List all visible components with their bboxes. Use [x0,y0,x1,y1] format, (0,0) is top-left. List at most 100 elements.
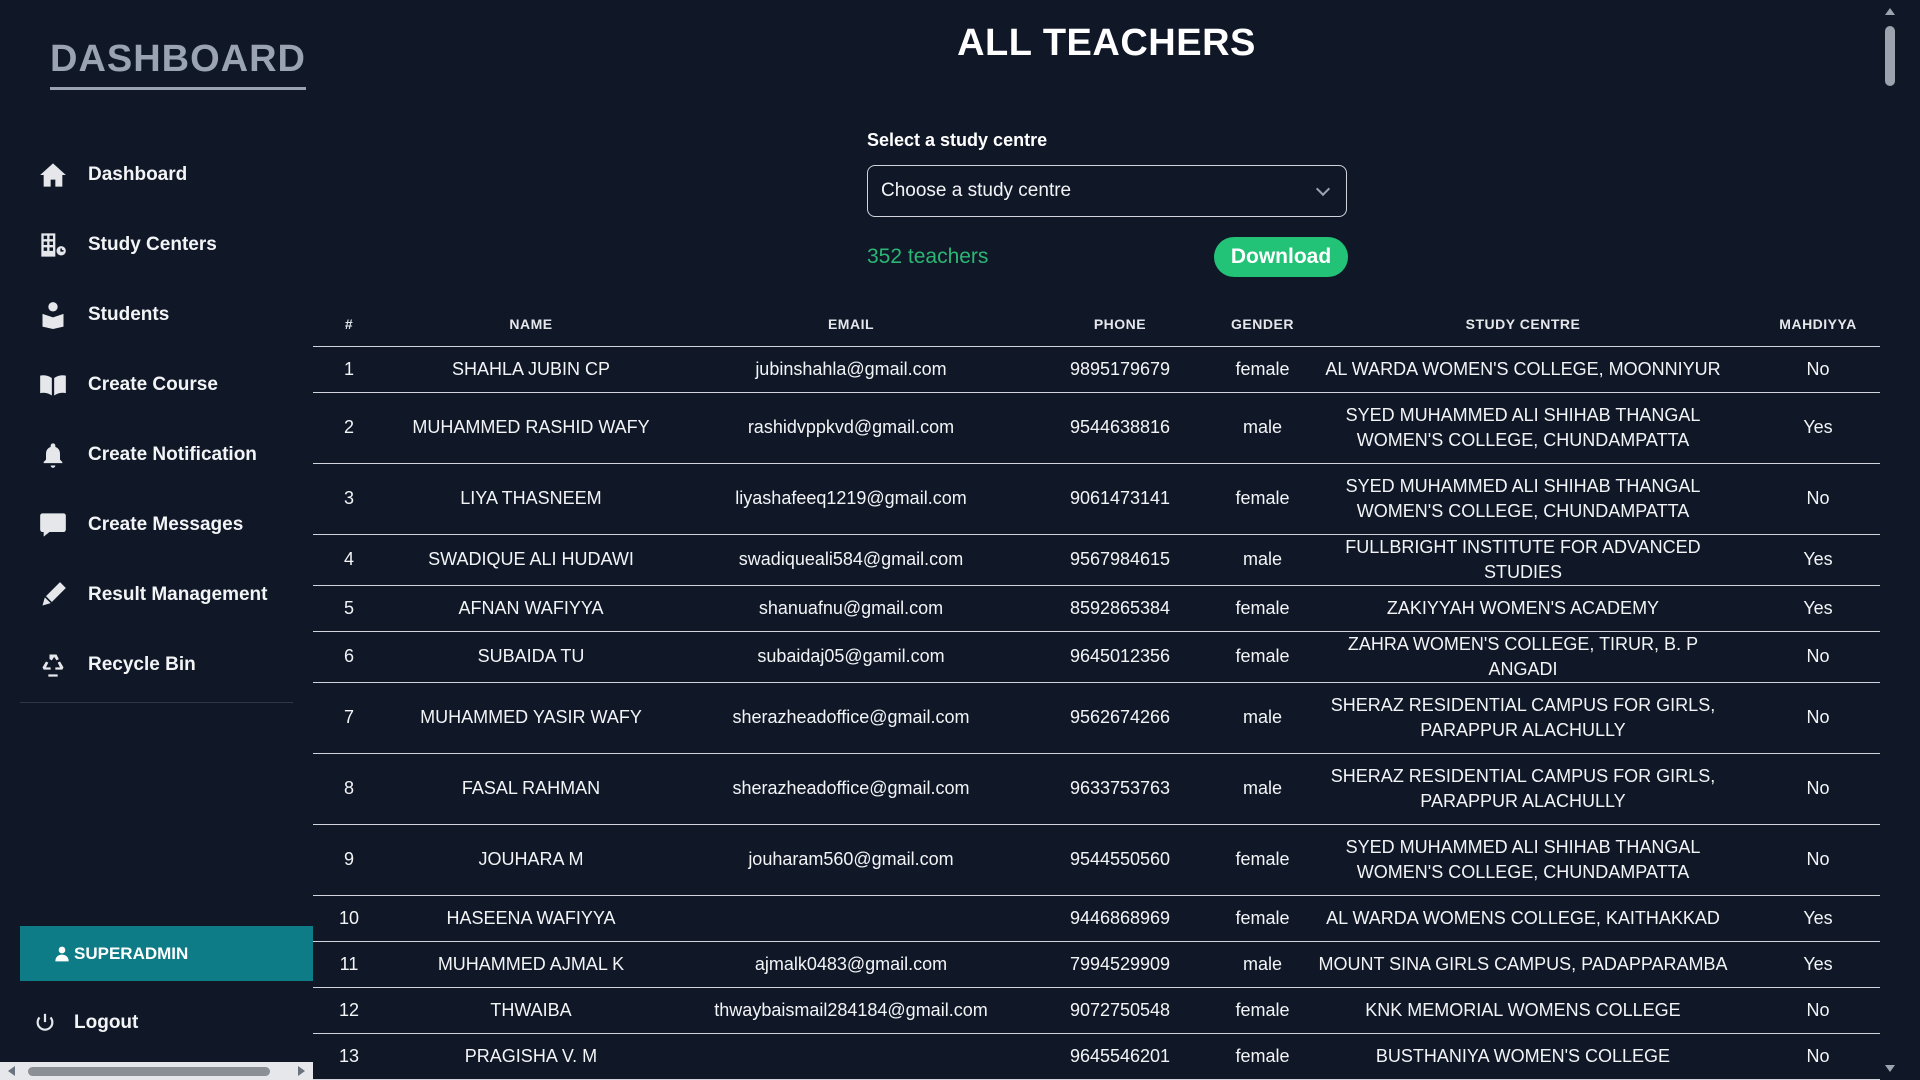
column-header-gender[interactable]: GENDER [1215,302,1310,347]
column-header-email[interactable]: EMAIL [677,302,1025,347]
cell-study-centre: SYED MUHAMMED ALI SHIHAB THANGAL WOMEN'S… [1310,463,1736,535]
sidebar-divider [20,702,293,703]
sidebar-item-study-centers[interactable]: Study Centers [38,210,298,280]
sidebar-item-dashboard[interactable]: Dashboard [38,140,298,210]
table-row[interactable]: 9 JOUHARA M jouharam560@gmail.com 954455… [313,824,1900,896]
teachers-table: # NAME EMAIL PHONE GENDER STUDY CENTRE M… [313,302,1900,1080]
cell-email: sherazheadoffice@gmail.com [677,682,1025,754]
scroll-left-icon[interactable] [8,1066,15,1076]
cell-mahdiyya: Yes [1736,895,1900,942]
table-row[interactable]: 5 AFNAN WAFIYYA shanuafnu@gmail.com 8592… [313,585,1900,632]
sidebar-item-create-messages[interactable]: Create Messages [38,490,298,560]
table-row[interactable]: 7 MUHAMMED YASIR WAFY sherazheadoffice@g… [313,682,1900,754]
table-row[interactable]: 10 HASEENA WAFIYYA 9446868969 female AL … [313,895,1900,942]
cell-gender: male [1215,753,1310,825]
sidebar-item-recycle-bin[interactable]: Recycle Bin [38,630,298,700]
recycle-icon [38,650,68,680]
cell-number: 10 [313,895,385,942]
cell-gender: male [1215,941,1310,988]
cell-name: HASEENA WAFIYYA [385,895,677,942]
vertical-scrollbar[interactable] [1880,0,1900,1080]
bell-icon [38,440,68,470]
chevron-down-icon [1315,181,1331,197]
cell-study-centre: SYED MUHAMMED ALI SHIHAB THANGAL WOMEN'S… [1310,392,1736,464]
sidebar-item-students[interactable]: Students [38,280,298,350]
brand-title: DASHBOARD [50,38,306,90]
table-row[interactable]: 11 MUHAMMED AJMAL K ajmalk0483@gmail.com… [313,941,1900,988]
column-header-name[interactable]: NAME [385,302,677,347]
cell-name: MUHAMMED AJMAL K [385,941,677,988]
cell-name: LIYA THASNEEM [385,463,677,535]
scroll-down-icon[interactable] [1885,1065,1895,1072]
cell-study-centre: FULLBRIGHT INSTITUTE FOR ADVANCED STUDIE… [1310,534,1736,586]
column-header-study-centre[interactable]: STUDY CENTRE [1310,302,1736,347]
cell-mahdiyya: No [1736,631,1900,683]
sidebar-item-label: Create Notification [88,444,257,465]
app-root: DASHBOARD Dashboard Study Centers Studen… [0,0,1920,1080]
cell-mahdiyya: No [1736,753,1900,825]
cell-study-centre: AL WARDA WOMEN'S COLLEGE, MOONNIYUR [1310,346,1736,393]
role-badge[interactable]: SUPERADMIN [20,926,313,981]
cell-gender: female [1215,895,1310,942]
cell-name: SUBAIDA TU [385,631,677,683]
cell-number: 8 [313,753,385,825]
cell-gender: female [1215,824,1310,896]
cell-phone: 9544550560 [1025,824,1215,896]
cell-email: shanuafnu@gmail.com [677,585,1025,632]
cell-name: JOUHARA M [385,824,677,896]
study-centre-select[interactable]: Choose a study centre [867,165,1347,217]
cell-gender: female [1215,463,1310,535]
cell-phone: 9061473141 [1025,463,1215,535]
download-button[interactable]: Download [1214,237,1348,277]
scrollbar-thumb[interactable] [1885,26,1895,86]
horizontal-scrollbar[interactable] [0,1062,313,1080]
scroll-right-icon[interactable] [298,1066,305,1076]
sidebar-item-create-notification[interactable]: Create Notification [38,420,298,490]
cell-name: PRAGISHA V. M [385,1033,677,1080]
sidebar-item-label: Recycle Bin [88,654,196,675]
cell-email: sherazheadoffice@gmail.com [677,753,1025,825]
cell-gender: male [1215,682,1310,754]
table-row[interactable]: 13 PRAGISHA V. M 9645546201 female BUSTH… [313,1033,1900,1080]
logout-button[interactable]: Logout [34,1005,138,1041]
table-row[interactable]: 3 LIYA THASNEEM liyashafeeq1219@gmail.co… [313,463,1900,535]
column-header-number[interactable]: # [313,302,385,347]
sidebar-item-label: Students [88,304,170,325]
sidebar-item-result-management[interactable]: Result Management [38,560,298,630]
table-row[interactable]: 6 SUBAIDA TU subaidaj05@gamil.com 964501… [313,631,1900,683]
cell-gender: female [1215,346,1310,393]
sidebar-item-create-course[interactable]: Create Course [38,350,298,420]
scrollbar-thumb[interactable] [28,1067,270,1076]
cell-number: 13 [313,1033,385,1080]
table-row[interactable]: 1 SHAHLA JUBIN CP jubinshahla@gmail.com … [313,346,1900,393]
table-row[interactable]: 2 MUHAMMED RASHID WAFY rashidvppkvd@gmai… [313,392,1900,464]
book-open-icon [38,370,68,400]
cell-name: MUHAMMED RASHID WAFY [385,392,677,464]
cell-gender: female [1215,1033,1310,1080]
role-label: SUPERADMIN [74,943,189,963]
table-row[interactable]: 8 FASAL RAHMAN sherazheadoffice@gmail.co… [313,753,1900,825]
cell-email: rashidvppkvd@gmail.com [677,392,1025,464]
sidebar-item-label: Create Messages [88,514,244,535]
cell-study-centre: MOUNT SINA GIRLS CAMPUS, PADAPPARAMBA [1310,941,1736,988]
cell-number: 4 [313,534,385,586]
cell-mahdiyya: Yes [1736,941,1900,988]
cell-mahdiyya: No [1736,824,1900,896]
cell-email [677,895,1025,942]
cell-mahdiyya: No [1736,1033,1900,1080]
scroll-up-icon[interactable] [1885,8,1895,15]
student-icon [38,300,68,330]
cell-mahdiyya: No [1736,346,1900,393]
column-header-phone[interactable]: PHONE [1025,302,1215,347]
cell-mahdiyya: Yes [1736,585,1900,632]
cell-phone: 9072750548 [1025,987,1215,1034]
user-icon [55,946,69,961]
cell-phone: 9895179679 [1025,346,1215,393]
cell-name: MUHAMMED YASIR WAFY [385,682,677,754]
cell-email: ajmalk0483@gmail.com [677,941,1025,988]
table-row[interactable]: 4 SWADIQUE ALI HUDAWI swadiqueali584@gma… [313,534,1900,586]
table-row[interactable]: 12 THWAIBA thwaybaismail284184@gmail.com… [313,987,1900,1034]
cell-number: 11 [313,941,385,988]
sidebar-item-label: Create Course [88,374,218,395]
column-header-mahdiyya[interactable]: MAHDIYYA [1736,302,1900,347]
